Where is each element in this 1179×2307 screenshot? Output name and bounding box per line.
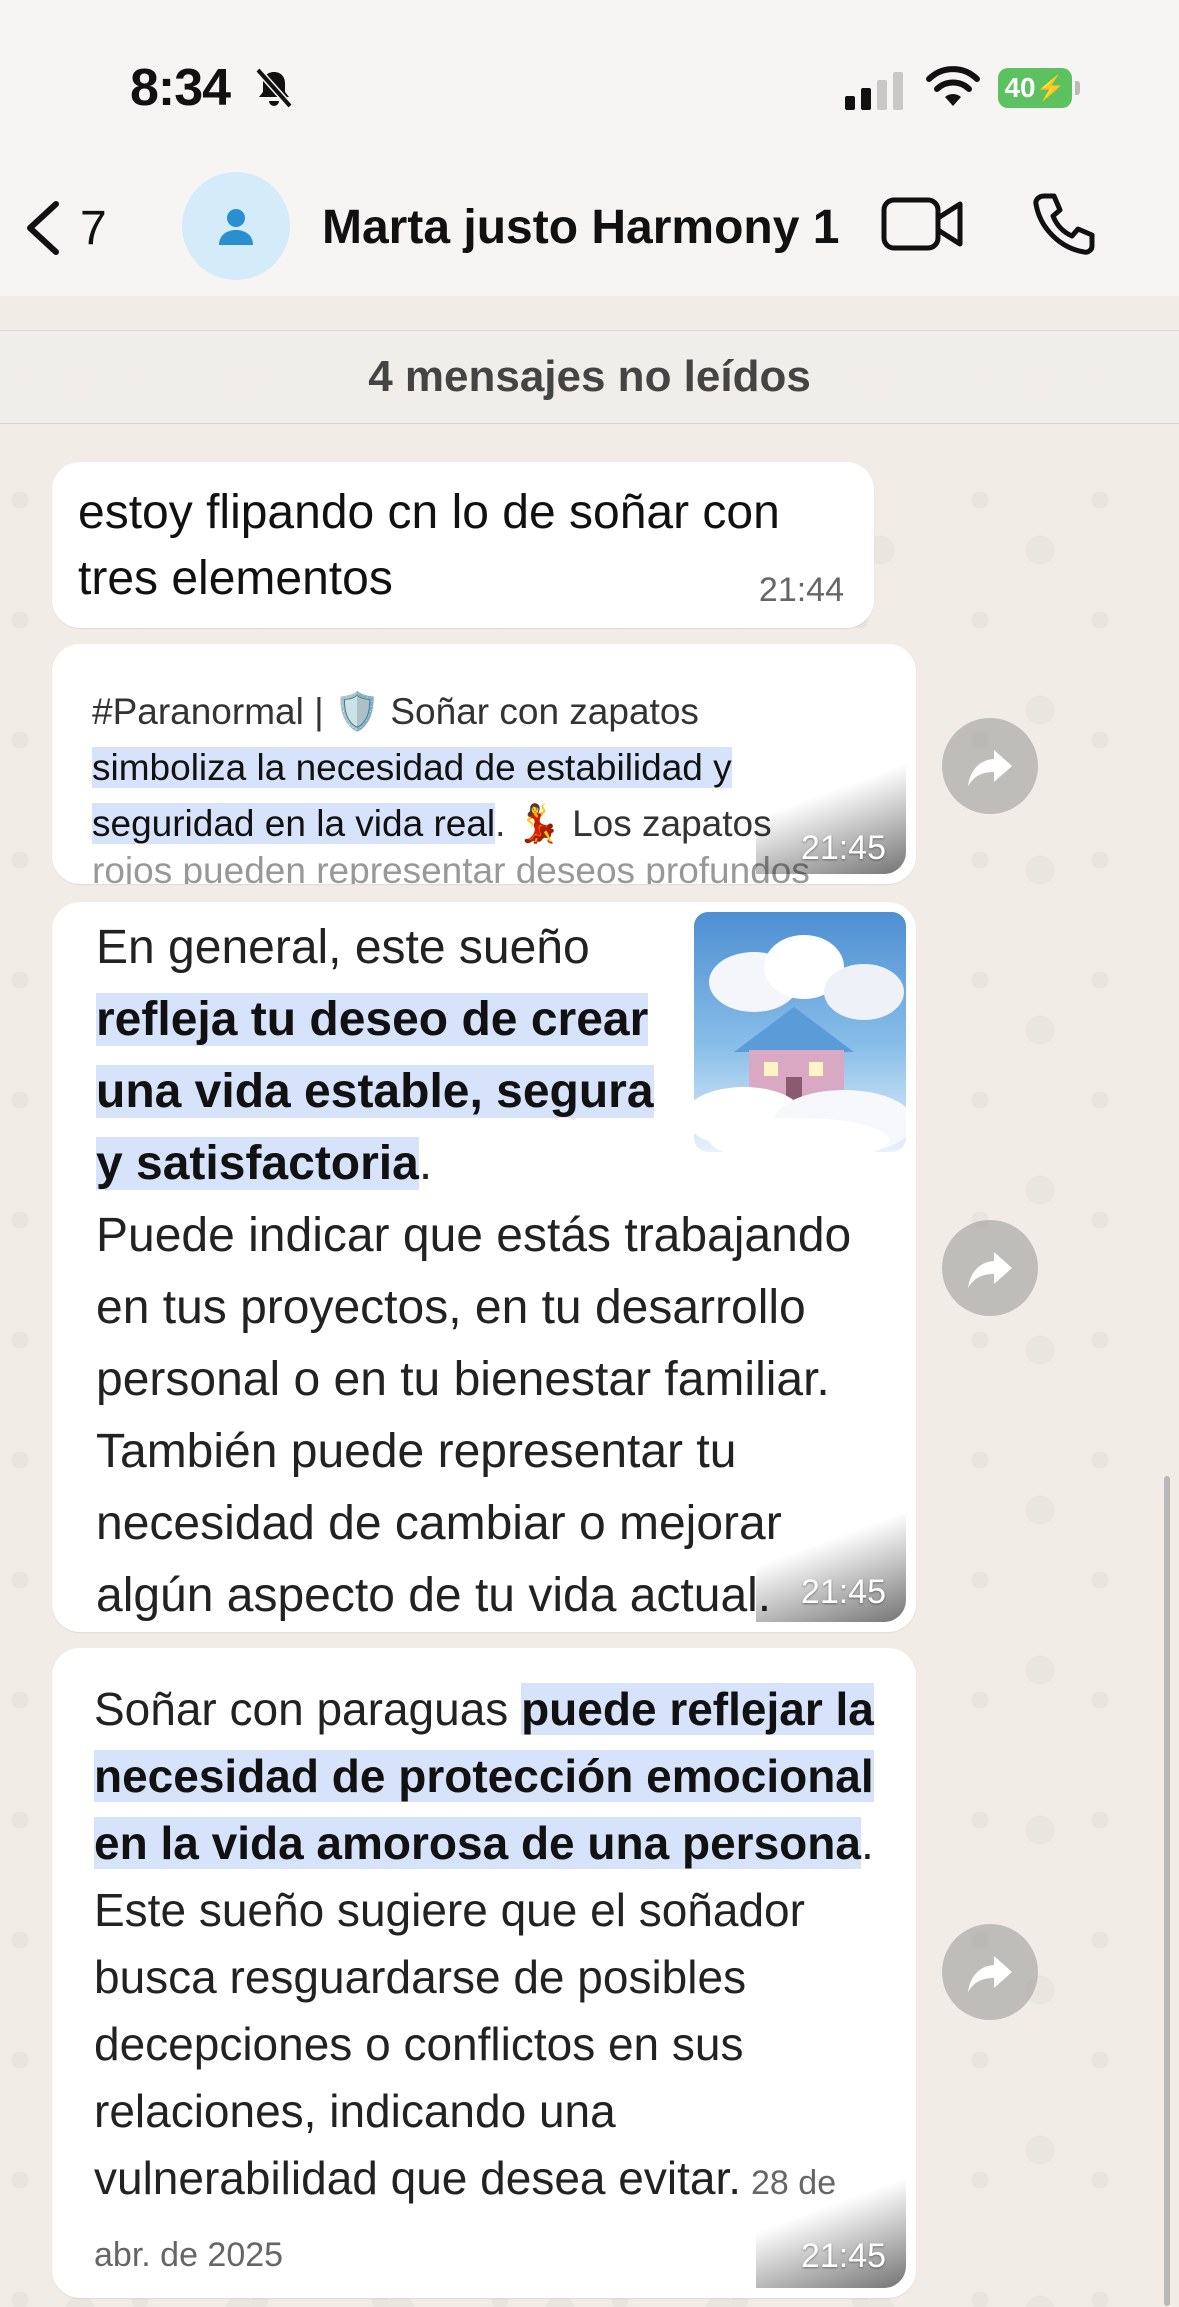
message-timestamp: 21:44 [758,571,844,609]
status-time: 8:34 [130,59,231,117]
back-button[interactable]: 7 [22,198,107,258]
message-timestamp: 21:45 [800,1573,886,1611]
forward-arrow-icon [968,1956,1012,1992]
contact-name[interactable]: Marta justo Harmony 1 [322,200,839,255]
hashtag-text: #Paranormal | [92,691,334,732]
forward-button[interactable] [942,1220,1038,1316]
chevron-left-icon [27,201,59,255]
highlighted-text: simboliza la necesidad de estabilidad y [92,747,732,788]
forward-button[interactable] [942,718,1038,814]
body-line: También puede representar tu [96,1425,737,1478]
forward-arrow-icon [968,1252,1012,1288]
message-text: estoy flipando cn lo de soñar con tres e… [78,480,780,612]
cellular-signal-icon [845,72,903,110]
image-message-bubble[interactable]: En general, este sueño refleja tu deseo … [52,902,916,1632]
unread-chats-count: 7 [80,201,107,255]
forward-button[interactable] [942,1924,1038,2020]
body-text: . [495,803,516,844]
forward-arrow-icon [968,750,1012,786]
shield-emoji-icon: 🛡️ [334,691,381,732]
charging-bolt-icon: ⚡ [1035,74,1066,102]
chat-header: 7 Marta justo Harmony 1 [0,160,1179,296]
highlighted-text: refleja tu deseo de crear una vida estab… [96,993,654,1190]
wifi-icon [926,66,980,106]
body-line: personal o en tu bienestar familiar. [96,1353,830,1406]
title-text: Soñar con zapatos [380,691,699,732]
highlighted-text: seguridad en la vida real [92,803,496,844]
message-line: tres elementos [78,552,393,605]
message-timestamp: 21:45 [800,2237,886,2275]
status-bar: 8:34 40 ⚡ [0,0,1179,160]
phone-call-icon[interactable] [1030,190,1098,258]
body-line: Puede indicar que estás trabajando [96,1209,852,1262]
body-text: . [418,1137,433,1190]
cloud-house-image [694,912,906,1152]
truncated-text: rojos pueden representar deseos profundo… [92,850,810,884]
message-line: estoy flipando cn lo de soñar con [78,486,780,539]
contact-avatar[interactable] [182,172,290,280]
image-message-bubble[interactable]: Soñar con paraguas puede reflejar la nec… [52,1648,916,2298]
bell-muted-icon [255,67,293,109]
body-text: Los zapatos [561,803,772,844]
battery-indicator: 40 ⚡ [998,68,1080,108]
body-text: . Este sueño sugiere que el soñador busc… [94,1817,874,2204]
image-message-bubble[interactable]: #Paranormal | 🛡️ Soñar con zapatos simbo… [52,644,916,884]
body-line: en tus proyectos, en tu desarrollo [96,1281,806,1334]
message-timestamp: 21:45 [800,829,886,867]
unread-messages-banner: 4 mensajes no leídos [0,330,1179,424]
scrollbar[interactable] [1164,1476,1170,2306]
dancer-emoji-icon: 💃 [515,803,562,844]
person-icon [219,209,253,245]
video-call-icon[interactable] [880,192,964,256]
body-text: Soñar con paraguas [94,1683,522,1735]
body-text: En general, este sueño [96,921,590,974]
battery-level: 40 [1004,72,1036,103]
message-bubble[interactable]: estoy flipando cn lo de soñar con tres e… [52,462,874,628]
